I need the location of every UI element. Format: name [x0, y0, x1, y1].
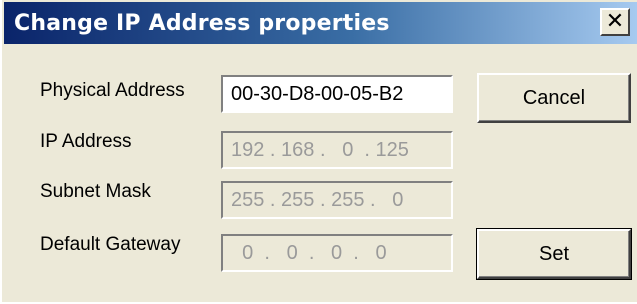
window-title: Change IP Address properties [14, 11, 390, 36]
default-gateway-label: Default Gateway [40, 234, 181, 255]
subnet-mask-label: Subnet Mask [40, 181, 151, 202]
close-button[interactable]: ✕ [600, 8, 630, 36]
change-ip-dialog: Change IP Address properties ✕ Physical … [0, 0, 637, 304]
set-button[interactable]: Set [476, 228, 632, 280]
close-icon: ✕ [605, 9, 625, 34]
ip-address-label: IP Address [40, 131, 132, 152]
ip-address-field[interactable]: 192 . 168 . 0 . 125 [221, 131, 453, 169]
physical-address-label: Physical Address [40, 80, 185, 101]
title-bar[interactable]: Change IP Address properties ✕ [4, 2, 637, 44]
default-gateway-field[interactable]: 0 . 0 . 0 . 0 [221, 234, 453, 272]
physical-address-field: 00-30-D8-00-05-B2 [221, 75, 453, 113]
cancel-button[interactable]: Cancel [477, 73, 631, 123]
subnet-mask-field[interactable]: 255 . 255 . 255 . 0 [221, 181, 453, 219]
